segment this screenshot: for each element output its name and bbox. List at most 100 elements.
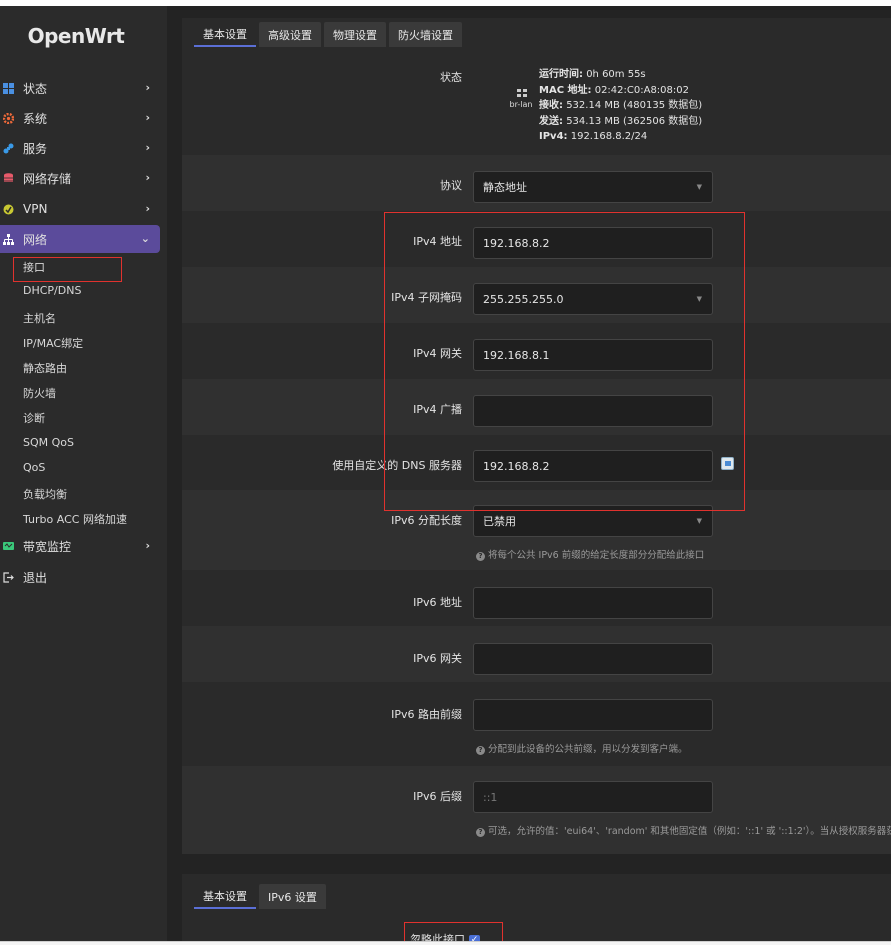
ipv6-addr-input[interactable] [473, 587, 713, 619]
openwrt-logo[interactable]: OpenWrt [0, 24, 152, 48]
menu-label: 网络存储 [23, 171, 72, 186]
ip6assign-hint: ? 将每个公共 IPv6 前缀的给定长度部分分配给此接口 [476, 547, 704, 561]
device-name: br-lan [509, 100, 533, 109]
sidebar: OpenWrt 状态 › 系统 › 服务 › 网络存储 › VPN › 网络 ⌄… [0, 6, 167, 941]
ipv6-prefix-hint: ? 分配到此设备的公共前缀，用以分发到客户端。 [476, 741, 688, 755]
uptime-value: 0h 60m 55s [586, 69, 646, 80]
submenu-sqm[interactable]: SQM QoS [23, 436, 74, 449]
ipv6-suffix-label: IPv6 后缀 [413, 790, 462, 803]
chevron-down-icon: ⌄ [140, 232, 150, 245]
submenu-qos[interactable]: QoS [23, 461, 45, 474]
protocol-label: 协议 [440, 179, 462, 192]
dhcp-server-panel: 基本设置 IPv6 设置 忽略此接口 ✓ [182, 874, 891, 941]
dropdown-arrow-icon: ▼ [696, 183, 702, 191]
tab-dhcp-basic[interactable]: 基本设置 [194, 884, 256, 909]
menu-label: 退出 [23, 570, 48, 585]
submenu-dhcp[interactable]: DHCP/DNS [23, 284, 81, 297]
logout-icon [3, 571, 14, 583]
tab-physical[interactable]: 物理设置 [324, 22, 386, 47]
ipv6-gw-input[interactable] [473, 643, 713, 675]
chevron-right-icon: › [145, 111, 150, 124]
tab-dhcp-ipv6[interactable]: IPv6 设置 [259, 884, 326, 909]
monitor-icon [3, 541, 14, 552]
tab-basic[interactable]: 基本设置 [194, 22, 256, 47]
submenu-routes[interactable]: 静态路由 [23, 360, 67, 376]
ipv4-settings-highlight-box [384, 212, 745, 511]
ip6assign-value: 已禁用 [483, 515, 516, 528]
rx-value: 532.14 MB (480135 数据包) [566, 100, 703, 111]
help-icon: ? [476, 552, 485, 561]
ipv6-prefix-input[interactable] [473, 699, 713, 731]
ipv4-value: 192.168.8.2/24 [570, 131, 648, 142]
menu-label: 服务 [23, 141, 48, 156]
tx-key: 发送: [539, 115, 563, 127]
chevron-right-icon: › [145, 202, 150, 215]
submenu-ipmac[interactable]: IP/MAC绑定 [23, 335, 83, 351]
menu-storage[interactable]: 网络存储 › [0, 164, 160, 192]
tx-value: 534.13 MB (362506 数据包) [566, 115, 703, 127]
ipv6-gw-label: IPv6 网关 [413, 652, 462, 665]
mac-value: 02:42:C0:A8:08:02 [594, 84, 689, 96]
app-window: OpenWrt 状态 › 系统 › 服务 › 网络存储 › VPN › 网络 ⌄… [0, 6, 891, 941]
mac-key: MAC 地址: [539, 84, 592, 96]
status-label: 状态 [440, 71, 462, 84]
submenu-diagnostics[interactable]: 诊断 [23, 410, 45, 426]
row-ipv6-suffix: IPv6 后缀 ::1 ? 可选，允许的值：'eui64'、'random' 和其… [182, 766, 891, 854]
dashboard-icon [3, 82, 14, 94]
menu-network[interactable]: 网络 ⌄ [0, 225, 160, 253]
rx-key: 接收: [539, 100, 563, 111]
row-protocol: 协议 静态地址 ▼ [182, 155, 891, 211]
taskbar-strip [0, 941, 891, 945]
help-icon: ? [476, 828, 485, 837]
row-ipv6-addr: IPv6 地址 [182, 570, 891, 626]
menu-vpn[interactable]: VPN › [0, 195, 160, 223]
chevron-right-icon: › [145, 171, 150, 184]
ipv6-suffix-hint-text: 可选，允许的值：'eui64'、'random' 和其他固定值（例如：'::1'… [488, 826, 891, 837]
menu-services[interactable]: 服务 › [0, 134, 160, 162]
tab-firewall[interactable]: 防火墙设置 [389, 22, 462, 47]
network-device-icon [517, 89, 527, 97]
submenu-firewall[interactable]: 防火墙 [23, 385, 56, 401]
chevron-right-icon: › [145, 539, 150, 552]
menu-label: 网络 [23, 232, 48, 247]
dropdown-arrow-icon: ▼ [696, 517, 702, 525]
submenu-turboacc[interactable]: Turbo ACC 网络加速 [23, 511, 127, 527]
ipv6-prefix-hint-text: 分配到此设备的公共前缀，用以分发到客户端。 [488, 744, 688, 755]
ipv6-suffix-hint: ? 可选，允许的值：'eui64'、'random' 和其他固定值（例如：'::1… [476, 823, 891, 837]
ipv6-prefix-label: IPv6 路由前缀 [391, 708, 462, 721]
submenu-loadbalance[interactable]: 负载均衡 [23, 486, 67, 502]
menu-status[interactable]: 状态 › [0, 74, 160, 102]
interface-config-panel: 基本设置 高级设置 物理设置 防火墙设置 状态 br-lan 运行时间: 0h … [182, 18, 891, 854]
menu-label: 带宽监控 [23, 539, 72, 554]
bottom-tabbar: 基本设置 IPv6 设置 [194, 884, 326, 909]
ipv4-key: IPv4: [539, 131, 568, 142]
chevron-right-icon: › [145, 81, 150, 94]
protocol-value: 静态地址 [483, 181, 527, 194]
ignore-highlight-box [404, 922, 503, 941]
protocol-select[interactable]: 静态地址 ▼ [473, 171, 713, 203]
help-icon: ? [476, 746, 485, 755]
menu-label: 状态 [23, 81, 48, 96]
menu-bandwidth[interactable]: 带宽监控 › [0, 532, 160, 560]
menu-label: VPN [23, 202, 48, 216]
uptime-key: 运行时间: [539, 69, 583, 80]
ip6assign-hint-text: 将每个公共 IPv6 前缀的给定长度部分分配给此接口 [488, 550, 705, 561]
network-icon [3, 233, 14, 245]
status-details: 运行时间: 0h 60m 55s MAC 地址: 02:42:C0:A8:08:… [539, 67, 702, 145]
ipv6-addr-label: IPv6 地址 [413, 596, 462, 609]
submenu-interfaces[interactable]: 接口 [23, 259, 45, 275]
puzzle-icon [3, 143, 14, 154]
tab-advanced[interactable]: 高级设置 [259, 22, 321, 47]
menu-logout[interactable]: 退出 [0, 563, 160, 591]
row-ipv6-gw: IPv6 网关 [182, 626, 891, 682]
menu-label: 系统 [23, 111, 48, 126]
gear-icon [2, 112, 15, 124]
vpn-icon [3, 204, 14, 215]
ipv6-suffix-input[interactable]: ::1 [473, 781, 713, 813]
ip6assign-label: IPv6 分配长度 [391, 514, 462, 527]
menu-system[interactable]: 系统 › [0, 104, 160, 132]
chevron-right-icon: › [145, 141, 150, 154]
storage-icon [3, 172, 14, 184]
top-tabbar: 基本设置 高级设置 物理设置 防火墙设置 [194, 22, 462, 47]
submenu-hostnames[interactable]: 主机名 [23, 310, 56, 326]
